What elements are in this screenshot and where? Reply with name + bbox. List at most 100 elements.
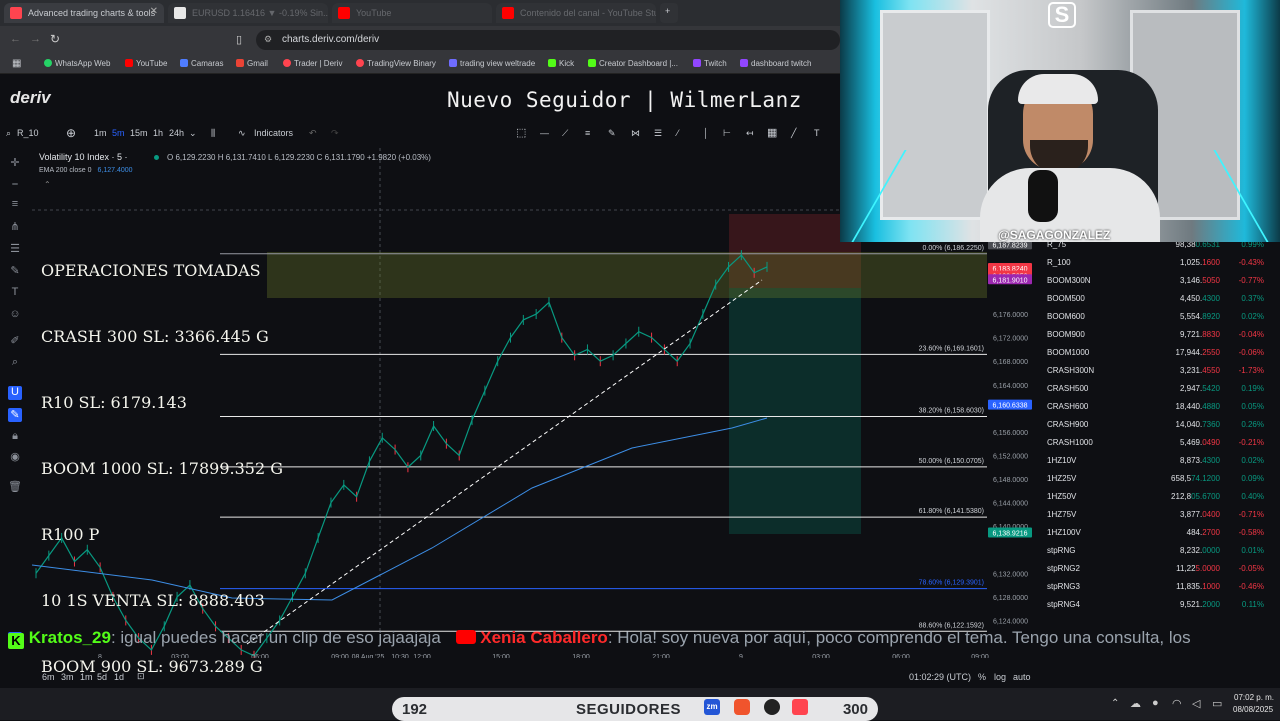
rectangle-tool-icon[interactable]: ⬚ xyxy=(516,126,526,139)
bookmark-camaras[interactable]: Camaras xyxy=(180,59,223,68)
interval-24h[interactable]: 24h xyxy=(169,128,184,138)
brush-icon[interactable]: ✎ xyxy=(8,264,22,278)
interval-1m[interactable]: 1m xyxy=(94,128,107,138)
utc-clock[interactable]: 01:02:29 (UTC) xyxy=(909,672,971,682)
auto-toggle[interactable]: auto xyxy=(1013,672,1031,682)
symbol-selector[interactable]: R_10 xyxy=(17,128,39,138)
watchlist-row[interactable]: 1HZ25V 658,574.1200 0.09% xyxy=(1038,470,1280,488)
trash-icon[interactable]: 🗑︎ xyxy=(8,480,22,494)
tab-deriv[interactable]: Advanced trading charts & tools ✕ xyxy=(4,3,164,23)
pattern-tool-icon[interactable]: ⋈ xyxy=(631,128,640,139)
watchlist-row[interactable]: stpRNG2 11,225.0000 -0.05% xyxy=(1038,560,1280,578)
range-6m[interactable]: 6m xyxy=(42,672,55,682)
watchlist-row[interactable]: BOOM500 4,450.4300 0.37% xyxy=(1038,290,1280,308)
compare-add-icon[interactable]: ⊕ xyxy=(66,126,76,140)
eye-icon[interactable]: ◉ xyxy=(8,450,22,464)
site-info-icon[interactable]: ⚙ xyxy=(264,34,272,45)
system-date[interactable]: 08/08/2025 xyxy=(1233,705,1273,714)
ruler-icon[interactable]: ✐ xyxy=(8,334,22,348)
range-5d[interactable]: 5d xyxy=(97,672,107,682)
forward-icon[interactable]: → xyxy=(30,33,41,45)
bookmark-trader-deriv[interactable]: Trader | Deriv xyxy=(283,59,342,68)
pitchfork-icon[interactable]: ⋔ xyxy=(8,220,22,234)
bookmark-gmail[interactable]: Gmail xyxy=(236,59,268,68)
chevron-down-icon[interactable]: ⌄ xyxy=(189,128,197,139)
watchlist-row[interactable]: BOOM600 5,554.8920 0.02% xyxy=(1038,308,1280,326)
channel-tool-icon[interactable]: ≡ xyxy=(585,128,590,138)
percent-toggle[interactable]: % xyxy=(978,672,986,682)
tab-tradingview[interactable]: EURUSD 1.16416 ▼ -0.19% Sin... xyxy=(168,3,328,23)
bookmark-twitch[interactable]: Twitch xyxy=(693,59,727,68)
fib-retracement-icon[interactable]: ☰ xyxy=(8,242,22,256)
bookmark-kick[interactable]: Kick xyxy=(548,59,574,68)
watchlist-row[interactable]: 1HZ100V 484.2700 -0.58% xyxy=(1038,524,1280,542)
instrument-name[interactable]: Volatility 10 Index · 5 · xyxy=(39,152,128,162)
cloud-icon[interactable]: ☁ xyxy=(1130,697,1141,710)
bookmark-icon[interactable]: ▯ xyxy=(236,33,242,46)
watchlist-row[interactable]: stpRNG 8,232.0000 0.01% xyxy=(1038,542,1280,560)
watchlist-row[interactable]: BOOM1000 17,944.2550 -0.06% xyxy=(1038,344,1280,362)
microphone-icon[interactable]: ● xyxy=(1152,697,1159,709)
watchlist-row[interactable]: CRASH600 18,440.4880 0.05% xyxy=(1038,398,1280,416)
bookmark-dashboard-twitch[interactable]: dashboard twitch xyxy=(740,59,811,68)
range-3m[interactable]: 3m xyxy=(61,672,74,682)
back-icon[interactable]: ← xyxy=(10,33,21,45)
horizontal-line-tool-icon[interactable]: — xyxy=(540,128,549,138)
apps-grid-icon[interactable]: ▦ xyxy=(12,58,21,69)
interval-1h[interactable]: 1h xyxy=(153,128,163,138)
watchlist-row[interactable]: stpRNG4 9,521.2000 0.11% xyxy=(1038,596,1280,614)
bookmark-tradingview-binary[interactable]: TradingView Binary xyxy=(356,59,436,68)
range-1d[interactable]: 1d xyxy=(114,672,124,682)
watchlist-row[interactable]: BOOM900 9,721.8830 -0.04% xyxy=(1038,326,1280,344)
watchlist-row[interactable]: 1HZ10V 8,873.4300 0.02% xyxy=(1038,452,1280,470)
chart-type-icon[interactable]: ⫼ xyxy=(211,128,215,139)
line-icon[interactable]: ⎯ xyxy=(8,178,22,192)
bookmark-creator-dashboard[interactable]: Creator Dashboard |... xyxy=(588,59,678,68)
redo-icon[interactable]: ↷ xyxy=(331,128,339,139)
show-hidden-icons[interactable]: ⌃ xyxy=(1111,698,1119,709)
symbol-search-icon[interactable]: ⌕ xyxy=(6,128,11,139)
grid-tool-icon[interactable]: ▦ xyxy=(767,126,777,139)
crosshair-icon[interactable]: ✛ xyxy=(8,156,22,170)
pen-tool-icon[interactable]: ✎ xyxy=(608,128,616,139)
watchlist-row[interactable]: CRASH500 2,947.5420 0.19% xyxy=(1038,380,1280,398)
bookmark-youtube[interactable]: YouTube xyxy=(125,59,167,68)
watchlist-row[interactable]: CRASH1000 5,469.0490 -0.21% xyxy=(1038,434,1280,452)
collapse-legend-icon[interactable]: ⌃ xyxy=(44,180,51,189)
fib-tool-icon[interactable]: ☰ xyxy=(654,128,662,139)
watchlist-row[interactable]: CRASH900 14,040.7360 0.26% xyxy=(1038,416,1280,434)
watchlist-row[interactable]: R_100 1,025.1600 -0.43% xyxy=(1038,254,1280,272)
zoom-icon[interactable]: ⌕ xyxy=(8,356,22,370)
text-tool-icon[interactable]: T xyxy=(814,128,820,138)
bookmark-weltrade[interactable]: trading view weltrade xyxy=(449,59,535,68)
close-tab-icon[interactable]: ✕ xyxy=(150,6,158,17)
watchlist-row[interactable]: stpRNG3 11,835.1000 -0.46% xyxy=(1038,578,1280,596)
bookmark-whatsapp[interactable]: WhatsApp Web xyxy=(44,59,110,68)
reload-icon[interactable]: ↻ xyxy=(50,32,60,46)
magnet-icon[interactable]: U xyxy=(8,386,22,400)
new-tab-button[interactable]: + xyxy=(660,3,678,23)
date-range-icon[interactable]: ⊡ xyxy=(137,671,145,682)
lock-drawing-icon[interactable]: ✎ xyxy=(8,408,22,422)
deriv-logo[interactable]: deriv xyxy=(10,88,51,108)
ray-tool-icon[interactable]: ⊢ xyxy=(723,128,731,139)
text-icon[interactable]: T xyxy=(8,286,22,300)
log-toggle[interactable]: log xyxy=(994,672,1006,682)
wifi-icon[interactable]: ◠ xyxy=(1172,697,1182,710)
horizontal-lines-icon[interactable]: ≡ xyxy=(8,198,22,212)
brush-tool-icon[interactable]: ⁄ xyxy=(677,128,679,138)
indicators-icon[interactable]: ∿ xyxy=(238,128,246,139)
arrow-tool-icon[interactable]: ↤ xyxy=(746,128,754,139)
indicators-button[interactable]: Indicators xyxy=(254,128,293,138)
interval-15m[interactable]: 15m xyxy=(130,128,148,138)
vertical-line-tool-icon[interactable]: │ xyxy=(703,128,709,138)
watchlist-row[interactable]: BOOM300N 3,146.5050 -0.77% xyxy=(1038,272,1280,290)
watchlist-row[interactable]: CRASH300N 3,231.4550 -1.73% xyxy=(1038,362,1280,380)
volume-icon[interactable]: ◁ xyxy=(1192,697,1200,710)
trend-line-tool-icon[interactable]: ⟋ xyxy=(562,128,568,139)
watchlist-row[interactable]: 1HZ50V 212,805.6700 0.40% xyxy=(1038,488,1280,506)
undo-icon[interactable]: ↶ xyxy=(309,128,317,139)
line-tool-icon[interactable]: ╱ xyxy=(791,128,796,139)
interval-5m[interactable]: 5m xyxy=(112,128,125,138)
address-bar[interactable]: ⚙ charts.deriv.com/deriv xyxy=(256,30,840,50)
